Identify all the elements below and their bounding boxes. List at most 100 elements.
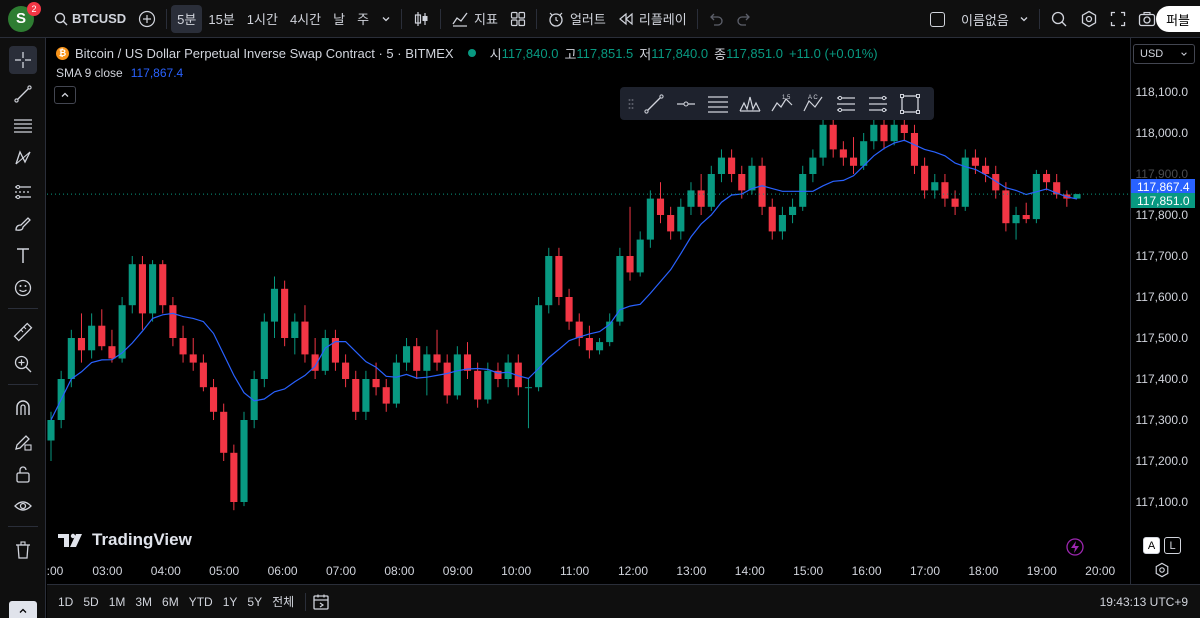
indicators-button[interactable]: 지표 [445, 5, 504, 33]
fib-retracement-button[interactable] [702, 90, 734, 118]
auto-scale-button[interactable]: A [1143, 537, 1160, 554]
brush-tool[interactable] [9, 210, 37, 238]
range-5d[interactable]: 5D [78, 595, 103, 609]
divider [8, 526, 38, 527]
stay-in-drawing-tool[interactable] [9, 428, 37, 456]
time-tick: 08:00 [384, 564, 415, 578]
price-tick: 117,200.0 [1135, 454, 1189, 468]
publish-button[interactable]: 퍼블 [1156, 6, 1200, 32]
candle-body [829, 124, 837, 150]
candle-body [240, 420, 248, 502]
range-1m[interactable]: 1M [104, 595, 131, 609]
candle-body [667, 215, 675, 232]
interval-5m[interactable]: 5분 [171, 4, 203, 33]
text-tool[interactable] [9, 242, 37, 270]
candle-body [768, 206, 776, 232]
magnet-tool[interactable] [9, 394, 37, 422]
price-range-button[interactable] [862, 90, 894, 118]
forecast-tool[interactable] [9, 178, 37, 206]
chevron-up-icon [19, 608, 27, 613]
log-scale-button[interactable]: L [1164, 537, 1181, 554]
candle-body [372, 379, 380, 388]
symbol-search-button[interactable]: BTCUSD [48, 5, 132, 33]
candle-body [281, 288, 289, 338]
horizontal-ray-button[interactable] [670, 90, 702, 118]
candle-body [474, 370, 482, 400]
abcd-pattern-button[interactable]: A C [798, 90, 830, 118]
price-tick: 117,500.0 [1135, 331, 1189, 345]
redo-button[interactable] [730, 5, 758, 33]
quick-search-button[interactable] [1044, 5, 1074, 33]
layout-name-button[interactable]: 이름없음 [924, 5, 1035, 33]
trend-line-tool[interactable] [9, 80, 37, 108]
range-all[interactable]: 전체 [267, 593, 299, 610]
price-axis[interactable]: USD 118,100.0 118,000.0 117,900.0 117,800.0… [1130, 38, 1200, 584]
alert-button[interactable]: 얼러트 [541, 5, 612, 33]
last-price-tag: 117,851.0 [1131, 193, 1195, 209]
chart-type-button[interactable] [406, 5, 436, 33]
square-icon [930, 11, 945, 27]
range-1y[interactable]: 1Y [218, 595, 243, 609]
time-tick: 13:00 [676, 564, 707, 578]
sma-label[interactable]: SMA 9 close [56, 66, 123, 80]
symbol-title[interactable]: Bitcoin / US Dollar Perpetual Inverse Sw… [75, 46, 454, 61]
rectangle-button[interactable] [894, 90, 926, 118]
chevron-down-icon [382, 16, 390, 21]
long-position-button[interactable] [830, 90, 862, 118]
drag-handle[interactable] [624, 90, 638, 118]
interval-dropdown[interactable] [375, 5, 397, 33]
layouts-button[interactable] [504, 5, 532, 33]
head-shoulders-button[interactable] [734, 90, 766, 118]
interval-4h[interactable]: 4시간 [284, 5, 327, 33]
undo-button[interactable] [702, 5, 730, 33]
currency-selector[interactable]: USD [1133, 44, 1195, 64]
time-axis[interactable]: :00 03:00 04:00 05:00 06:00 07:00 08:00 09:00 10… [47, 558, 1130, 582]
remove-drawings-tool[interactable] [9, 536, 37, 564]
interval-day[interactable]: 날 [327, 5, 351, 33]
lightning-icon[interactable] [1066, 538, 1084, 556]
user-avatar[interactable]: S 2 [8, 1, 41, 32]
range-6m[interactable]: 6M [157, 595, 184, 609]
candle-body [809, 157, 817, 174]
clock-timezone[interactable]: 19:43:13 UTC+9 [1100, 595, 1188, 609]
price-tick: 118,000.0 [1135, 126, 1189, 140]
candle-body [199, 362, 207, 388]
hide-drawings-tool[interactable] [9, 492, 37, 520]
candle-body [616, 256, 624, 322]
zoom-in-tool[interactable] [9, 350, 37, 378]
pattern-tool[interactable] [9, 144, 37, 172]
emoji-tool[interactable] [9, 274, 37, 302]
calendar-goto-icon[interactable] [312, 593, 330, 611]
interval-1h[interactable]: 1시간 [241, 5, 284, 33]
compare-symbol-button[interactable] [132, 5, 162, 33]
interval-week[interactable]: 주 [351, 5, 375, 33]
tradingview-logo[interactable]: TradingView [58, 530, 192, 550]
trend-line-button[interactable] [638, 90, 670, 118]
divider [1038, 9, 1040, 29]
measure-tool[interactable] [9, 318, 37, 346]
candle-body [697, 190, 705, 207]
lock-drawings-tool[interactable] [9, 460, 37, 488]
elliott-wave-button[interactable]: 1 5 [766, 90, 798, 118]
candle-body [910, 133, 919, 166]
axis-settings-icon[interactable] [1154, 562, 1170, 578]
interval-15m[interactable]: 15분 [202, 5, 240, 33]
collapse-legend-button[interactable] [54, 86, 76, 104]
fullscreen-button[interactable] [1104, 5, 1132, 33]
time-tick: 16:00 [851, 564, 882, 578]
replay-button[interactable]: 리플레이 [612, 5, 693, 33]
time-tick: 04:00 [150, 564, 181, 578]
settings-button[interactable] [1074, 5, 1104, 33]
hide-toolbar-button[interactable] [9, 601, 37, 618]
range-5y[interactable]: 5Y [242, 595, 267, 609]
range-1d[interactable]: 1D [53, 595, 78, 609]
range-3m[interactable]: 3M [130, 595, 157, 609]
candle-body [98, 325, 106, 347]
price-chart[interactable] [47, 38, 1130, 584]
crosshair-tool[interactable] [9, 46, 37, 74]
open-value: 117,840.0 [501, 45, 559, 61]
fib-tool[interactable] [9, 112, 37, 140]
range-ytd[interactable]: YTD [184, 595, 218, 609]
candle-body [890, 124, 898, 142]
undo-icon [709, 13, 723, 26]
